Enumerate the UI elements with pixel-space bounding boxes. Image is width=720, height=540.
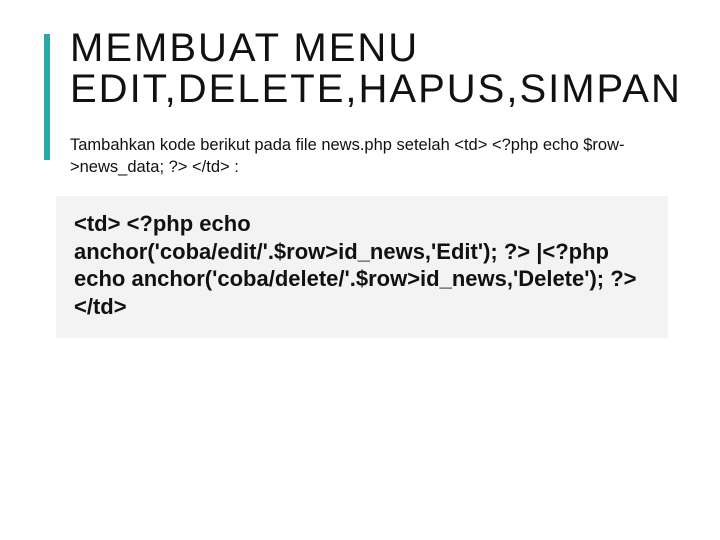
accent-bar (44, 34, 50, 160)
code-snippet-box: <td> <?php echo anchor('coba/edit/'.$row… (56, 196, 668, 338)
slide: MEMBUAT MENU EDIT,DELETE,HAPUS,SIMPAN Ta… (0, 0, 720, 540)
code-snippet: <td> <?php echo anchor('coba/edit/'.$row… (74, 210, 650, 320)
page-title: MEMBUAT MENU EDIT,DELETE,HAPUS,SIMPAN (70, 28, 668, 110)
intro-text: Tambahkan kode berikut pada file news.ph… (70, 134, 668, 179)
